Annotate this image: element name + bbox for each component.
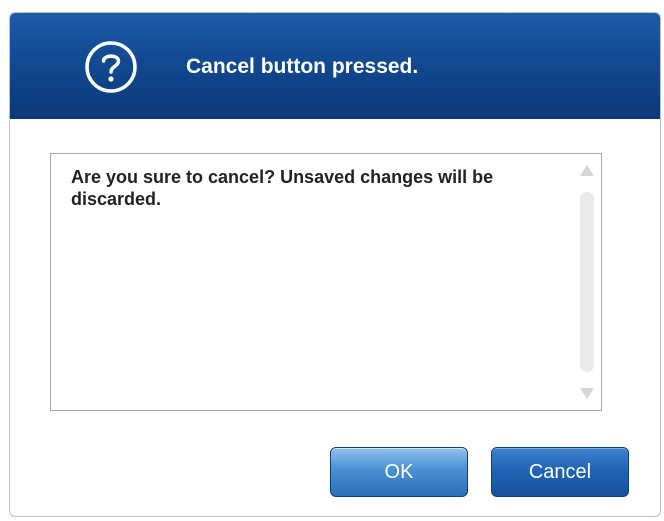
scroll-up-arrow-icon[interactable] <box>580 165 594 176</box>
scroll-down-arrow-icon[interactable] <box>580 388 594 399</box>
message-text: Are you sure to cancel? Unsaved changes … <box>71 167 494 209</box>
scroll-thumb[interactable] <box>580 192 594 372</box>
ok-button[interactable]: OK <box>330 447 468 497</box>
cancel-button[interactable]: Cancel <box>491 447 629 497</box>
vertical-scrollbar[interactable] <box>577 162 597 402</box>
confirmation-dialog: Cancel button pressed. Are you sure to c… <box>9 12 661 517</box>
question-circle-icon <box>84 40 138 94</box>
dialog-title-bar: Cancel button pressed. <box>10 13 660 119</box>
dialog-title: Cancel button pressed. <box>186 55 419 78</box>
message-textarea[interactable]: Are you sure to cancel? Unsaved changes … <box>50 153 602 411</box>
